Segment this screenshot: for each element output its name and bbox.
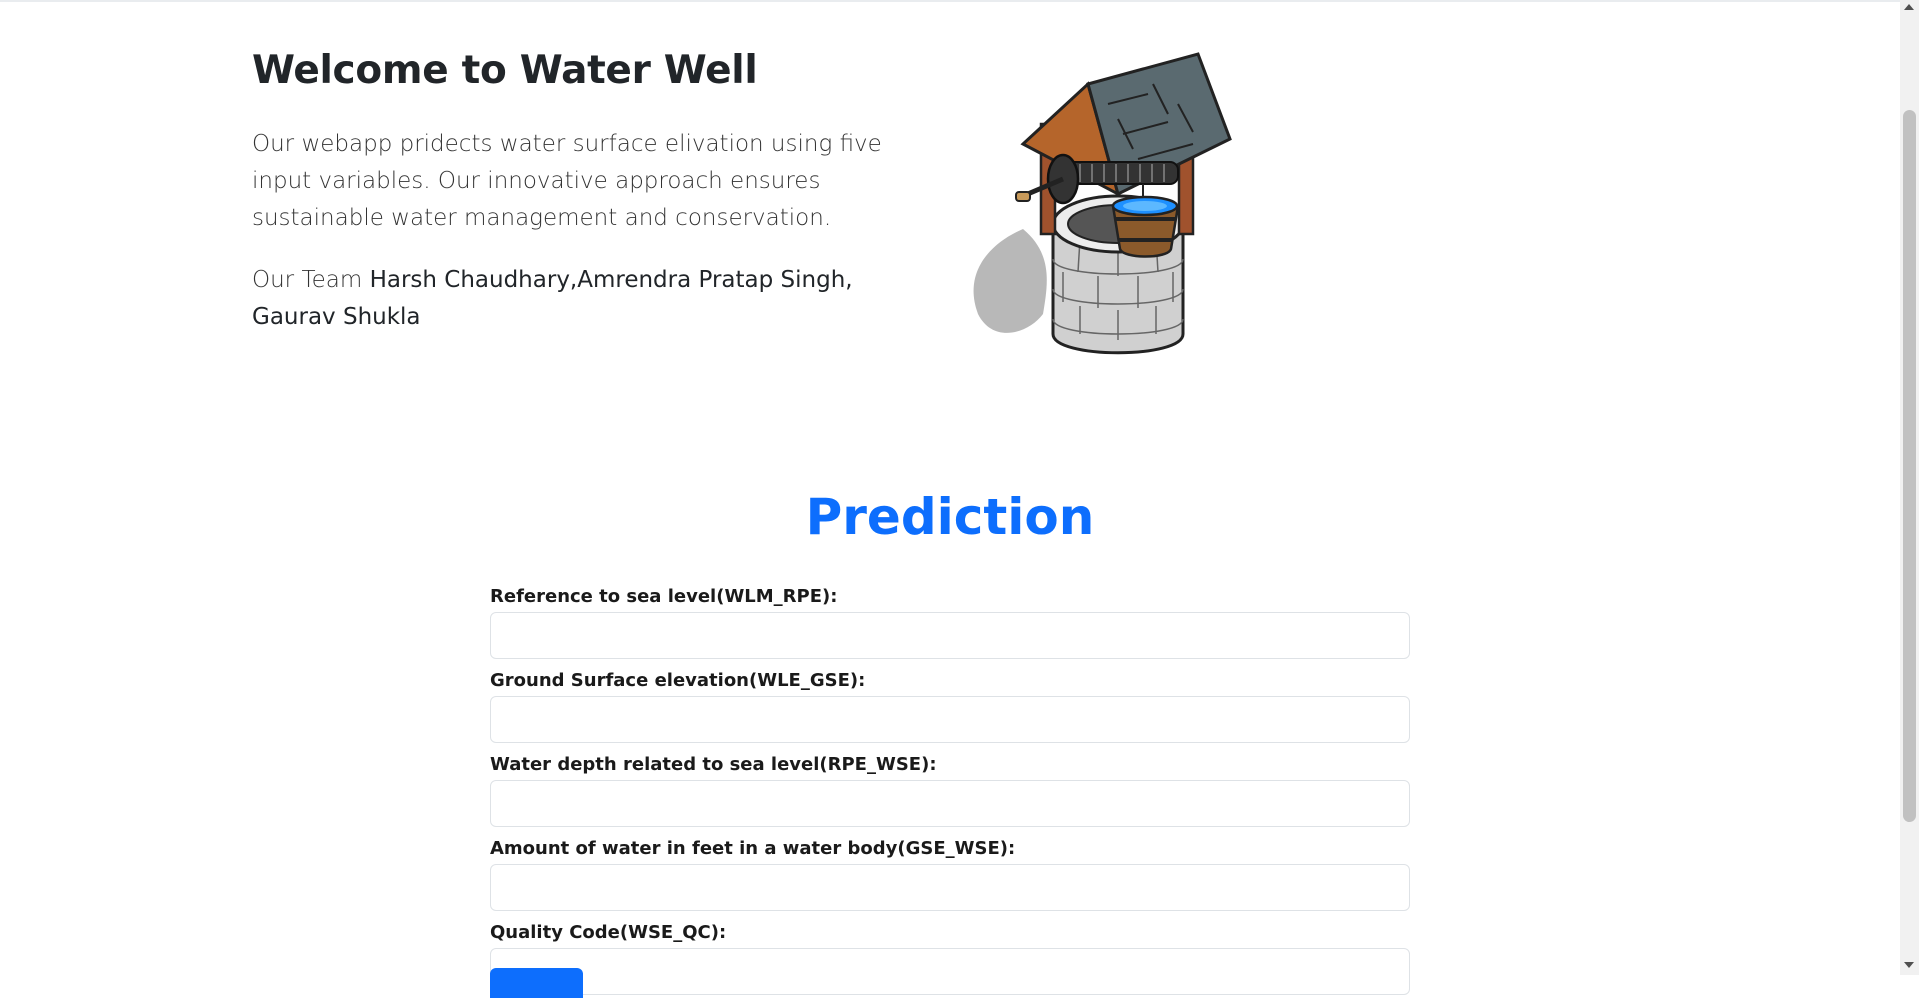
hero-title: Welcome to Water Well (252, 48, 758, 93)
input-wlm-rpe[interactable] (490, 612, 1410, 659)
field-label-gse-wse: Amount of water in feet in a water body(… (490, 838, 1016, 859)
prediction-title: Prediction (805, 488, 1095, 546)
scrollbar-thumb[interactable] (1903, 110, 1916, 822)
hero-description: Our webapp pridects water surface elivat… (252, 131, 882, 231)
field-wlm-rpe: Reference to sea level(WLM_RPE): (490, 586, 1410, 659)
scroll-up-arrow-icon[interactable] (1904, 4, 1914, 10)
field-label-rpe-wse: Water depth related to sea level(RPE_WSE… (490, 754, 937, 775)
field-rpe-wse: Water depth related to sea level(RPE_WSE… (490, 754, 1410, 827)
scroll-down-arrow-icon[interactable] (1904, 962, 1914, 968)
field-gse-wse: Amount of water in feet in a water body(… (490, 838, 1410, 911)
field-label-wlm-rpe: Reference to sea level(WLM_RPE): (490, 586, 838, 607)
input-wse-qc[interactable] (490, 948, 1410, 995)
submit-button[interactable] (490, 968, 583, 998)
page-top-border (0, 0, 1900, 2)
field-wle-gse: Ground Surface elevation(WLE_GSE): (490, 670, 1410, 743)
team-line: Our Team Harsh Chaudhary,Amrendra Pratap… (252, 262, 912, 336)
team-label: Our Team (252, 267, 363, 293)
input-wle-gse[interactable] (490, 696, 1410, 743)
input-gse-wse[interactable] (490, 864, 1410, 911)
field-wse-qc: Quality Code(WSE_QC): (490, 922, 1410, 995)
input-rpe-wse[interactable] (490, 780, 1410, 827)
prediction-form: Reference to sea level(WLM_RPE): Ground … (490, 586, 1410, 1006)
field-label-wse-qc: Quality Code(WSE_QC): (490, 922, 727, 943)
field-label-wle-gse: Ground Surface elevation(WLE_GSE): (490, 670, 866, 691)
wishing-well-illustration (973, 52, 1232, 355)
